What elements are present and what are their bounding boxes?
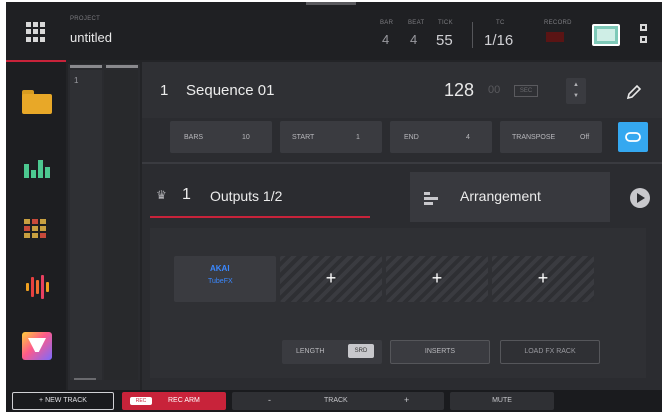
rec-badge: REC: [130, 397, 152, 405]
akai-brand-label: AKAI: [210, 264, 230, 273]
length-value[interactable]: SRD: [348, 344, 374, 358]
track-lane-2[interactable]: [104, 70, 138, 380]
section-divider: [142, 162, 662, 164]
preview-thumbnail-icon[interactable]: [592, 24, 620, 46]
load-fx-rack-button[interactable]: LOAD FX RACK: [500, 340, 600, 364]
tc-caption: TC: [496, 20, 505, 26]
bar-caption: BAR: [380, 20, 394, 26]
window-square-icon-bottom[interactable]: [640, 36, 647, 43]
arrangement-icon: [424, 192, 438, 206]
bar-value[interactable]: 4: [382, 32, 389, 47]
tab-outputs-underline: [150, 216, 370, 218]
tick-value[interactable]: 55: [436, 32, 453, 49]
add-insert-icon: +: [537, 268, 549, 288]
lane-scroll-indicator: [74, 378, 96, 380]
track-prev-button[interactable]: -: [268, 395, 271, 405]
stepper-up-icon[interactable]: ▲: [573, 82, 579, 88]
length-label: LENGTH: [296, 348, 325, 355]
play-icon[interactable]: [630, 188, 650, 208]
end-field[interactable]: END 4: [390, 121, 492, 153]
beat-caption: BEAT: [408, 20, 425, 26]
project-caption: PROJECT: [70, 16, 101, 22]
sequence-name[interactable]: Sequence 01: [186, 82, 274, 99]
time-divider: [472, 22, 473, 48]
sequence-number[interactable]: 1: [160, 82, 168, 99]
transpose-value: Off: [580, 134, 590, 141]
start-label: START: [292, 134, 315, 141]
transpose-label: TRANSPOSE: [512, 134, 556, 141]
plugin-name: TubeFX: [208, 278, 233, 285]
record-caption: RECORD: [544, 20, 572, 26]
beat-value[interactable]: 4: [410, 32, 417, 47]
tempo-stepper[interactable]: ▲ ▼: [566, 78, 586, 104]
bars-field[interactable]: BARS 10: [170, 121, 272, 153]
lane-2-highlight: [106, 65, 138, 68]
track-next-button[interactable]: +: [404, 395, 409, 405]
end-label: END: [404, 134, 419, 141]
folder-icon[interactable]: [22, 90, 52, 114]
stepper-down-icon[interactable]: ▼: [573, 93, 579, 99]
left-column-accent: [6, 60, 66, 62]
pencil-icon[interactable]: [626, 84, 642, 100]
bars-value: 10: [242, 134, 250, 141]
grid-icon[interactable]: [22, 215, 52, 239]
tc-value[interactable]: 1/16: [484, 32, 513, 49]
mute-button[interactable]: MUTE: [450, 392, 554, 410]
track-label: TRACK: [324, 397, 348, 404]
start-field[interactable]: START 1: [280, 121, 382, 153]
window-square-icon-top[interactable]: [640, 24, 647, 31]
lane-label: 1: [74, 76, 79, 85]
top-tab-handle[interactable]: [306, 2, 356, 5]
apps-icon[interactable]: [22, 332, 52, 360]
add-insert-icon: +: [431, 268, 443, 288]
menu-grid-icon[interactable]: [26, 22, 46, 42]
mixer-icon[interactable]: [22, 154, 52, 178]
insert-slot-4[interactable]: +: [492, 256, 594, 302]
arrangement-label: Arrangement: [460, 188, 541, 204]
project-name[interactable]: untitled: [70, 30, 112, 45]
tempo-value[interactable]: 128: [444, 80, 474, 101]
start-value: 1: [356, 134, 360, 141]
outputs-number: 1: [182, 186, 191, 203]
left-icon-column: [6, 60, 66, 390]
record-indicator[interactable]: [546, 32, 564, 42]
lane-1-highlight: [70, 65, 102, 68]
transpose-field[interactable]: TRANSPOSE Off: [500, 121, 602, 153]
crown-icon: ♛: [156, 188, 167, 202]
loop-icon[interactable]: [618, 122, 648, 152]
rec-arm-label: REC ARM: [168, 397, 200, 404]
waveform-icon[interactable]: [22, 274, 52, 299]
tempo-decimal[interactable]: 00: [488, 84, 500, 96]
track-lane-1[interactable]: [70, 70, 102, 380]
outputs-name: Outputs 1/2: [210, 188, 283, 204]
insert-slot-2[interactable]: +: [280, 256, 382, 302]
tick-caption: TICK: [438, 20, 453, 26]
tempo-unit-button[interactable]: SEC: [514, 85, 538, 97]
insert-slot-3[interactable]: +: [386, 256, 488, 302]
add-insert-icon: +: [325, 268, 337, 288]
inserts-button[interactable]: INSERTS: [390, 340, 490, 364]
bars-label: BARS: [184, 134, 204, 141]
new-track-button[interactable]: + NEW TRACK: [12, 392, 114, 410]
end-value: 4: [466, 134, 470, 141]
